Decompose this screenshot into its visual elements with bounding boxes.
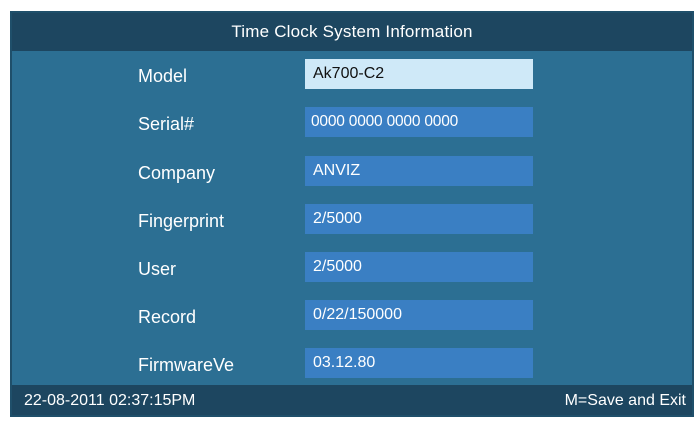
- system-info-panel: Time Clock System Information Model Ak70…: [10, 11, 694, 417]
- field-value-company[interactable]: ANVIZ: [305, 156, 533, 186]
- device-screen: Time Clock System Information Model Ak70…: [0, 0, 696, 422]
- field-value-model[interactable]: Ak700-C2: [305, 59, 533, 89]
- title-bar: Time Clock System Information: [12, 13, 692, 51]
- field-label-user: User: [138, 259, 177, 279]
- field-label-record: Record: [138, 307, 197, 327]
- field-label-serial: Serial#: [138, 114, 195, 134]
- field-label-fingerprint: Fingerprint: [138, 211, 225, 231]
- field-value-firmware[interactable]: 03.12.80: [305, 348, 533, 378]
- field-row-user[interactable]: User 2/5000: [12, 252, 692, 286]
- field-row-serial[interactable]: Serial# 0000 0000 0000 0000: [12, 107, 692, 141]
- field-label-firmware: FirmwareVe: [138, 355, 235, 375]
- save-exit-hint: M=Save and Exit: [564, 392, 686, 409]
- field-value-fingerprint[interactable]: 2/5000: [305, 204, 533, 234]
- field-row-firmware[interactable]: FirmwareVe 03.12.80: [12, 348, 692, 382]
- field-row-fingerprint[interactable]: Fingerprint 2/5000: [12, 204, 692, 238]
- field-value-serial[interactable]: 0000 0000 0000 0000: [305, 107, 533, 137]
- field-row-record[interactable]: Record 0/22/150000: [12, 300, 692, 334]
- field-value-record[interactable]: 0/22/150000: [305, 300, 533, 330]
- window-title: Time Clock System Information: [231, 22, 473, 41]
- status-bar: 22-08-2011 02:37:15PM M=Save and Exit: [12, 385, 692, 415]
- field-row-model[interactable]: Model Ak700-C2: [12, 59, 692, 93]
- field-row-company[interactable]: Company ANVIZ: [12, 156, 692, 190]
- field-value-user[interactable]: 2/5000: [305, 252, 533, 282]
- field-label-model: Model: [138, 66, 188, 86]
- field-label-company: Company: [138, 163, 216, 183]
- datetime-display: 22-08-2011 02:37:15PM: [24, 392, 196, 409]
